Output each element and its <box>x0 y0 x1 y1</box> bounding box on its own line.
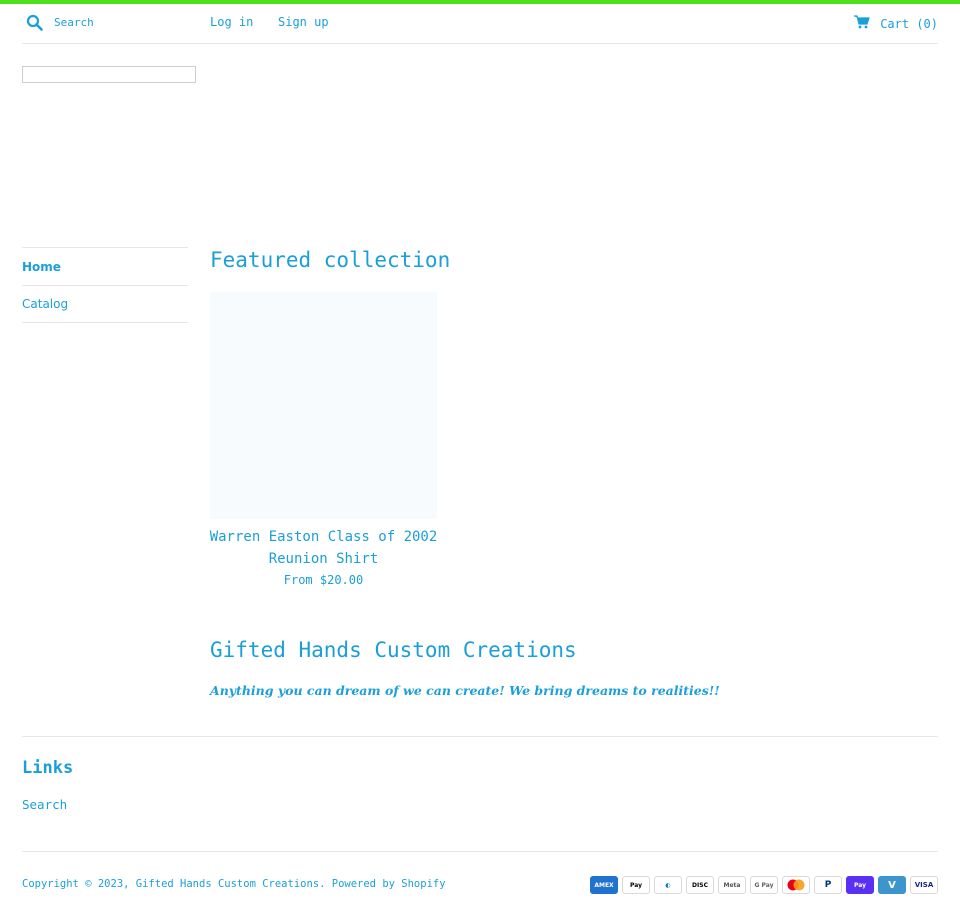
discover-icon: DISC <box>686 876 714 894</box>
meta-pay-icon: Meta <box>718 876 746 894</box>
footer-link-search[interactable]: Search <box>22 797 67 812</box>
visa-icon: VISA <box>910 876 938 894</box>
search-input[interactable] <box>54 12 194 32</box>
product-price: From $20.00 <box>283 573 364 587</box>
store-tagline: Anything you can dream of we can create!… <box>210 683 720 698</box>
footer-bottom-divider <box>22 851 938 852</box>
venmo-icon: V <box>878 876 906 894</box>
sidebar-nav: Home Catalog <box>22 247 188 323</box>
site-header: Log in Sign up Cart (0) <box>22 4 938 44</box>
apple-pay-icon: Pay <box>622 876 650 894</box>
footer-divider <box>22 736 938 737</box>
cart-label: Cart (0) <box>880 16 938 31</box>
american-express-icon: AMEX <box>590 876 618 894</box>
diners-club-icon: ◐ <box>654 876 682 894</box>
sidebar-item-catalog[interactable]: Catalog <box>22 285 188 323</box>
login-link[interactable]: Log in <box>210 15 253 29</box>
sidebar-item-home[interactable]: Home <box>22 247 188 285</box>
product-name[interactable]: Warren Easton Class of 2002 Reunion Shir… <box>200 526 447 570</box>
product-image[interactable] <box>210 292 437 519</box>
store-logo[interactable] <box>22 66 196 83</box>
footer-links-title: Links <box>22 758 74 778</box>
store-title: Gifted Hands Custom Creations <box>210 638 577 662</box>
search-icon[interactable] <box>26 14 44 32</box>
payment-icons: AMEX Pay ◐ DISC Meta G Pay P Pay V VISA <box>590 876 938 894</box>
cart-icon <box>854 15 871 32</box>
google-pay-icon: G Pay <box>750 876 778 894</box>
shop-pay-icon: Pay <box>846 876 874 894</box>
copyright-text: Copyright © 2023, Gifted Hands Custom Cr… <box>22 878 446 890</box>
paypal-icon: P <box>814 876 842 894</box>
mastercard-icon <box>782 876 810 894</box>
cart-link[interactable]: Cart (0) <box>854 15 938 32</box>
signup-link[interactable]: Sign up <box>278 15 329 29</box>
featured-collection-title: Featured collection <box>210 248 451 272</box>
